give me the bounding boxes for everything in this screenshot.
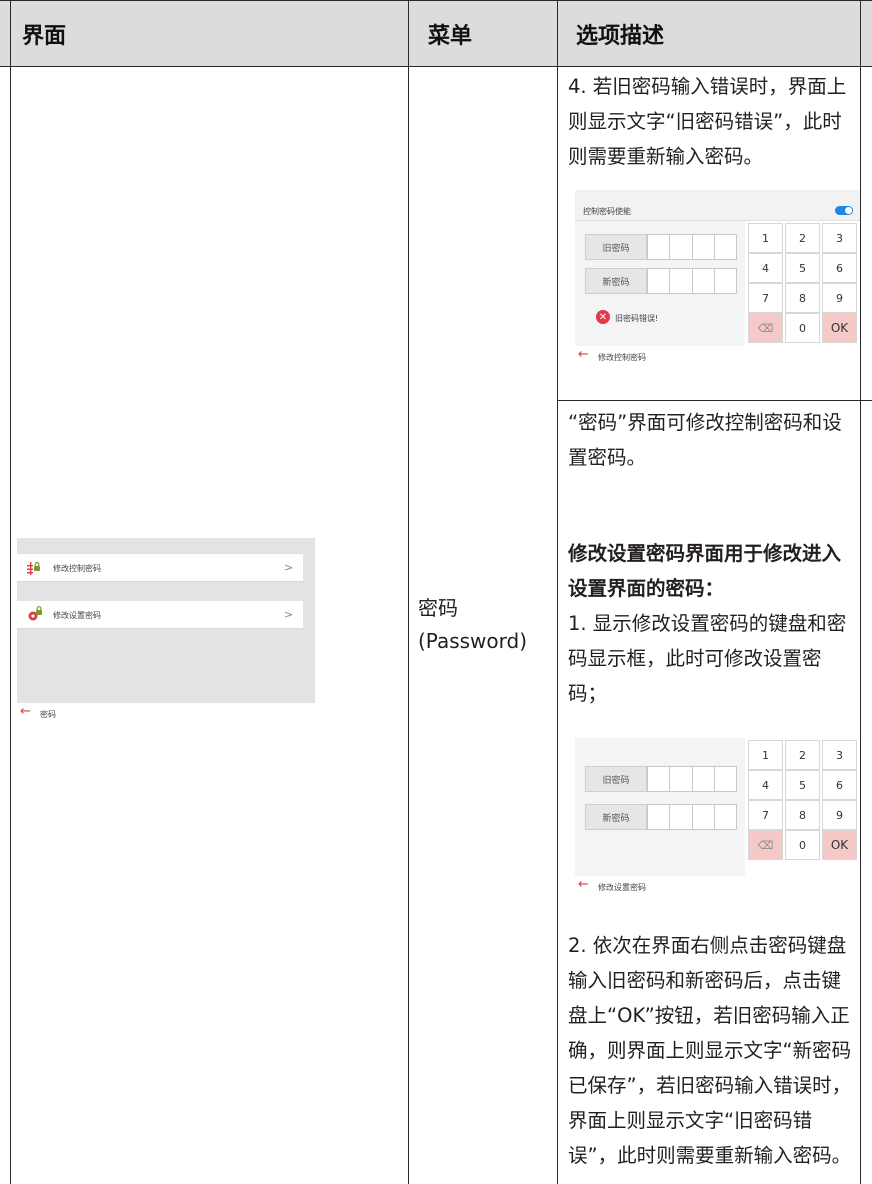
password-menu-screenshot: 修改控制密码 > 修改设置密码 > xyxy=(17,538,315,703)
header-interface: 界面 xyxy=(22,24,67,49)
back-arrow-icon: ← xyxy=(578,347,589,362)
key-1[interactable]: 1 xyxy=(748,223,783,253)
key-0[interactable]: 0 xyxy=(785,830,820,860)
old-password-field[interactable] xyxy=(647,234,737,260)
keypad: 1 2 3 4 5 6 7 8 9 ⌫ 0 OK xyxy=(745,738,860,876)
desc-password-intro: “密码”界面可修改控制密码和设置密码。 xyxy=(568,411,842,469)
enable-title: 控制密码使能 xyxy=(583,207,631,216)
key-7[interactable]: 7 xyxy=(748,283,783,313)
back-label: 密码 xyxy=(40,710,56,719)
toggle-switch[interactable] xyxy=(835,206,853,215)
old-password-field[interactable] xyxy=(647,766,737,792)
key-0[interactable]: 0 xyxy=(785,313,820,343)
back-label: 修改控制密码 xyxy=(598,353,646,362)
back-arrow-icon: ← xyxy=(20,704,31,719)
desc-old-password-error: 4. 若旧密码输入错误时，界面上则显示文字“旧密码错误”，此时则需要重新输入密码… xyxy=(568,75,847,168)
table-right-border xyxy=(860,0,861,1184)
table-top-border xyxy=(0,0,872,1)
key-1[interactable]: 1 xyxy=(748,740,783,770)
new-password-label: 新密码 xyxy=(585,268,647,294)
keypad: 1 2 3 4 5 6 7 8 9 ⌫ 0 OK xyxy=(745,221,860,346)
control-password-back-link[interactable]: ← 修改控制密码 xyxy=(578,347,698,364)
error-text: 旧密码错误! xyxy=(615,314,659,323)
key-6[interactable]: 6 xyxy=(822,253,857,283)
menu-item-settings-password[interactable]: 修改设置密码 > xyxy=(17,601,303,629)
key-6[interactable]: 6 xyxy=(822,770,857,800)
menu-cell: 密码 (Password) xyxy=(418,592,558,658)
key-3[interactable]: 3 xyxy=(822,223,857,253)
settings-lock-icon xyxy=(27,606,43,622)
new-password-label: 新密码 xyxy=(585,804,647,830)
enable-row: 控制密码使能 xyxy=(575,190,860,221)
back-arrow-icon: ← xyxy=(578,877,589,892)
settings-password-back-link[interactable]: ← 修改设置密码 xyxy=(578,877,698,894)
key-9[interactable]: 9 xyxy=(822,283,857,313)
old-password-label: 旧密码 xyxy=(585,766,647,792)
key-4[interactable]: 4 xyxy=(748,770,783,800)
column-divider-1 xyxy=(408,0,409,1184)
error-icon: ✕ xyxy=(596,310,610,324)
change-settings-password-screenshot: 旧密码 新密码 1 2 3 4 5 6 7 8 9 ⌫ 0 OK xyxy=(575,718,860,876)
desc-settings-step2: 2. 依次在界面右侧点击密码键盘输入旧密码和新密码后，点击键盘上“OK”按钮，若… xyxy=(568,934,852,1167)
key-8[interactable]: 8 xyxy=(785,283,820,313)
ok-key[interactable]: OK xyxy=(822,830,857,860)
key-5[interactable]: 5 xyxy=(785,253,820,283)
header-description: 选项描述 xyxy=(576,24,665,49)
key-2[interactable]: 2 xyxy=(785,223,820,253)
desc-settings-heading: 修改设置密码界面用于修改进入设置界面的密码： xyxy=(568,542,842,600)
back-label: 修改设置密码 xyxy=(598,883,646,892)
change-control-password-screenshot: 控制密码使能 旧密码 新密码 ✕ 旧密码错误! 1 2 3 4 5 6 7 8 … xyxy=(575,190,860,346)
key-4[interactable]: 4 xyxy=(748,253,783,283)
password-back-link[interactable]: ← 密码 xyxy=(20,704,100,721)
menu-item-settings-password-label: 修改设置密码 xyxy=(53,611,101,620)
table-left-border xyxy=(10,0,11,1184)
desc-para-1: 4. 若旧密码输入错误时，界面上则显示文字“旧密码错误”，此时则需要重新输入密码… xyxy=(568,69,858,174)
header-bottom-border xyxy=(0,66,872,67)
ok-key[interactable]: OK xyxy=(822,313,857,343)
backspace-key[interactable]: ⌫ xyxy=(748,313,783,343)
chevron-right-icon: > xyxy=(284,608,294,621)
key-9[interactable]: 9 xyxy=(822,800,857,830)
desc-divider xyxy=(557,400,872,401)
menu-english: (Password) xyxy=(418,629,528,653)
desc-para-3: 修改设置密码界面用于修改进入设置界面的密码： 1. 显示修改设置密码的键盘和密码… xyxy=(568,536,858,711)
menu-name: 密码 xyxy=(418,596,458,620)
menu-item-control-password-label: 修改控制密码 xyxy=(53,564,101,573)
menu-item-control-password[interactable]: 修改控制密码 > xyxy=(17,554,303,582)
old-password-label: 旧密码 xyxy=(585,234,647,260)
control-lock-icon xyxy=(27,560,41,575)
desc-settings-step1: 1. 显示修改设置密码的键盘和密码显示框，此时可修改设置密码； xyxy=(568,612,847,705)
key-2[interactable]: 2 xyxy=(785,740,820,770)
new-password-field[interactable] xyxy=(647,268,737,294)
new-password-field[interactable] xyxy=(647,804,737,830)
key-7[interactable]: 7 xyxy=(748,800,783,830)
key-8[interactable]: 8 xyxy=(785,800,820,830)
header-menu: 菜单 xyxy=(428,24,473,49)
desc-para-4: 2. 依次在界面右侧点击密码键盘输入旧密码和新密码后，点击键盘上“OK”按钮，若… xyxy=(568,928,858,1173)
chevron-right-icon: > xyxy=(284,561,294,574)
key-5[interactable]: 5 xyxy=(785,770,820,800)
desc-para-2: “密码”界面可修改控制密码和设置密码。 xyxy=(568,405,858,475)
key-3[interactable]: 3 xyxy=(822,740,857,770)
backspace-key[interactable]: ⌫ xyxy=(748,830,783,860)
